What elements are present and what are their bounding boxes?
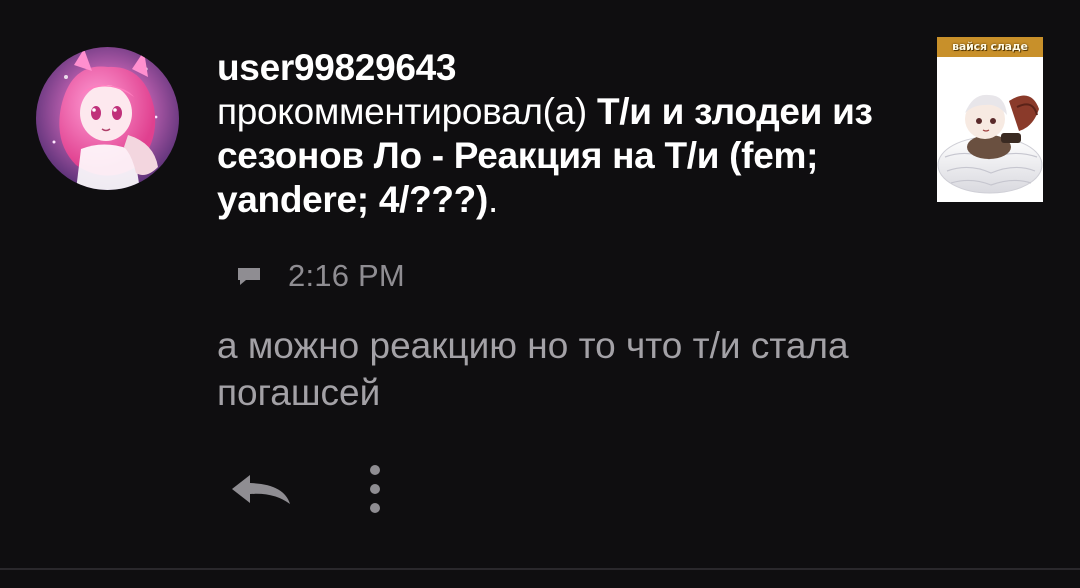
- meta-row: 2:16 PM: [236, 258, 405, 294]
- action-text: прокомментировал(а): [217, 91, 597, 132]
- divider: [0, 568, 1080, 570]
- comment-text: а можно реакцию но то что т/и стала пога…: [217, 325, 849, 413]
- user-avatar[interactable]: [36, 47, 179, 190]
- reply-button[interactable]: [223, 466, 299, 512]
- reply-arrow-icon: [232, 475, 290, 504]
- username-link[interactable]: user99829643: [217, 46, 907, 90]
- trailing-period: .: [488, 179, 498, 220]
- story-cover-thumbnail-icon: [937, 37, 1043, 202]
- more-options-button[interactable]: [355, 459, 395, 519]
- comment-icon: [236, 264, 262, 288]
- vertical-dots-icon: [370, 465, 380, 513]
- thumbnail-caption: вайся сладе: [952, 40, 1028, 53]
- story-thumbnail[interactable]: вайся сладе: [937, 37, 1043, 202]
- timestamp: 2:16 PM: [288, 258, 405, 293]
- notification-text: user99829643 прокомментировал(а) Т/и и з…: [217, 46, 907, 222]
- anime-girl-avatar-icon: [36, 47, 179, 190]
